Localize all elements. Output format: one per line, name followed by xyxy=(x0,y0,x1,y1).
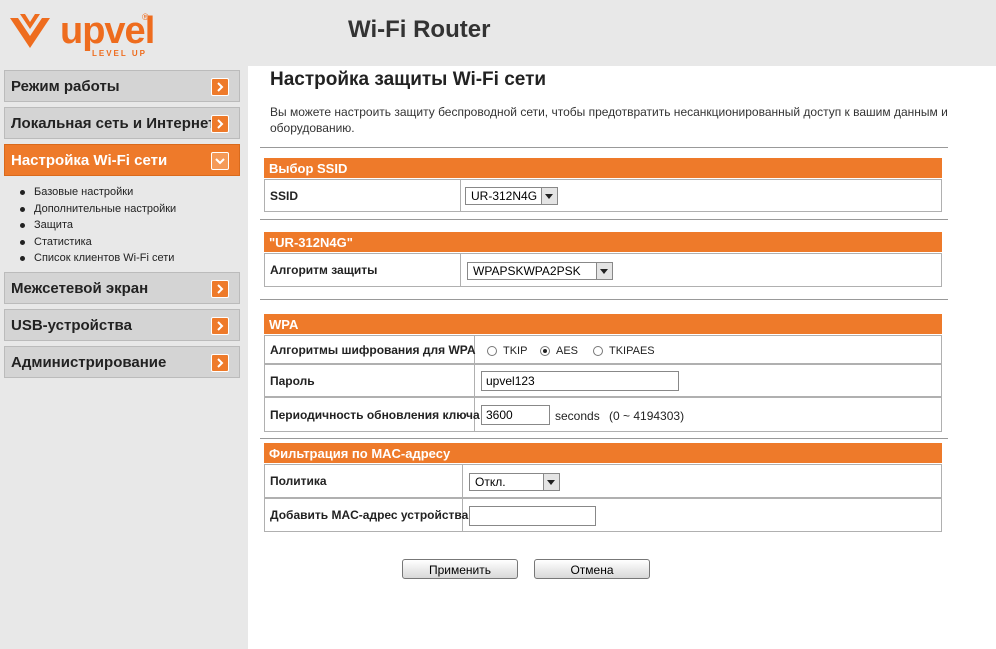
rekey-range: (0 ~ 4194303) xyxy=(609,409,685,423)
divider xyxy=(260,147,948,148)
page-description: Вы можете настроить защиту беспроводной … xyxy=(270,105,948,135)
chevron-down-icon xyxy=(541,188,557,204)
sidebar-item-usb[interactable]: USB-устройства xyxy=(4,309,240,341)
divider xyxy=(260,438,948,439)
cipher-option-label: TKIPAES xyxy=(609,345,655,357)
apply-button[interactable]: Применить xyxy=(402,559,518,579)
logo-tagline: LEVEL UP xyxy=(92,49,147,58)
sidebar-item-mode[interactable]: Режим работы xyxy=(4,70,240,102)
sidebar-item-lan-internet[interactable]: Локальная сеть и Интернет xyxy=(4,107,240,139)
cipher-option-label: AES xyxy=(556,345,579,357)
rekey-unit: seconds xyxy=(555,409,600,423)
cipher-option-label: TKIP xyxy=(503,345,528,357)
mac-add-row: Добавить MAC-адрес устройства xyxy=(264,498,942,532)
submenu-item-statistics[interactable]: Статистика xyxy=(20,234,176,251)
security-algorithm-label: Алгоритм защиты xyxy=(265,254,461,286)
security-algorithm-value: WPAPSKWPA2PSK xyxy=(473,264,581,278)
submenu-item-security[interactable]: Защита xyxy=(20,217,176,234)
sidebar-item-label: Межсетевой экран xyxy=(11,280,149,297)
ssid-select[interactable]: UR-312N4G xyxy=(465,187,558,205)
chevron-right-icon xyxy=(211,354,229,372)
chevron-down-icon xyxy=(211,152,229,170)
chevron-right-icon xyxy=(211,78,229,96)
wpa-rekey-row: Периодичность обновления ключа 3600 seco… xyxy=(264,397,942,432)
wpa-rekey-label: Периодичность обновления ключа xyxy=(265,398,480,431)
sidebar-item-wifi[interactable]: Настройка Wi-Fi сети xyxy=(4,144,240,176)
radio-unchecked-icon xyxy=(487,346,497,356)
mac-policy-row: Политика Откл. xyxy=(264,464,942,498)
sidebar-item-label: Администрирование xyxy=(11,354,167,371)
wpa-password-label: Пароль xyxy=(265,365,475,396)
divider xyxy=(260,299,948,300)
upvel-logo[interactable]: upvel ® LEVEL UP xyxy=(8,8,158,58)
radio-unchecked-icon xyxy=(593,346,603,356)
wifi-submenu: Базовые настройки Дополнительные настрой… xyxy=(20,184,176,267)
wpa-cipher-label: Алгоритмы шифрования для WPA xyxy=(265,336,476,363)
mac-address-input[interactable] xyxy=(469,506,596,526)
sidebar-item-firewall[interactable]: Межсетевой экран xyxy=(4,272,240,304)
mac-policy-label: Политика xyxy=(265,465,463,497)
mac-policy-value: Откл. xyxy=(475,475,506,489)
chevron-down-icon xyxy=(543,474,559,490)
header-bar: upvel ® LEVEL UP Wi-Fi Router xyxy=(0,0,996,66)
ssid-section-header: Выбор SSID xyxy=(264,158,942,178)
chevron-right-icon xyxy=(211,317,229,335)
wpa-cipher-row: Алгоритмы шифрования для WPA TKIP AES TK… xyxy=(264,335,942,364)
sidebar-item-label: Настройка Wi-Fi сети xyxy=(11,152,168,169)
cipher-radio-aes[interactable]: AES xyxy=(540,345,578,357)
mac-policy-select[interactable]: Откл. xyxy=(469,473,560,491)
chevron-right-icon xyxy=(211,115,229,133)
chevron-right-icon xyxy=(211,280,229,298)
sidebar-item-label: Режим работы xyxy=(11,78,120,95)
cipher-radio-tkip[interactable]: TKIP xyxy=(487,345,527,357)
mac-section-header: Фильтрация по MAC-адресу xyxy=(264,443,942,463)
logo-registered-mark: ® xyxy=(142,12,149,22)
sidebar: Режим работы Локальная сеть и Интернет Н… xyxy=(0,66,248,649)
security-algorithm-row: Алгоритм защиты WPAPSKWPA2PSK xyxy=(264,253,942,287)
wpa-rekey-input[interactable]: 3600 xyxy=(481,405,550,425)
sidebar-item-label: USB-устройства xyxy=(11,317,132,334)
submenu-item-basic[interactable]: Базовые настройки xyxy=(20,184,176,201)
radio-checked-icon xyxy=(540,346,550,356)
mac-add-label: Добавить MAC-адрес устройства xyxy=(265,499,468,531)
cipher-radio-tkipaes[interactable]: TKIPAES xyxy=(593,345,655,357)
wpa-section-header: WPA xyxy=(264,314,942,334)
wpa-password-row: Пароль upvel123 xyxy=(264,364,942,397)
ssid-select-value: UR-312N4G xyxy=(471,189,538,203)
logo-text: upvel xyxy=(60,10,155,52)
security-section-header: "UR-312N4G" xyxy=(264,232,942,252)
product-title: Wi-Fi Router xyxy=(348,16,491,43)
ssid-label: SSID xyxy=(265,180,461,211)
submenu-item-clients[interactable]: Список клиентов Wi-Fi сети xyxy=(20,250,176,267)
security-algorithm-select[interactable]: WPAPSKWPA2PSK xyxy=(467,262,613,280)
sidebar-item-administration[interactable]: Администрирование xyxy=(4,346,240,378)
ssid-row: SSID UR-312N4G xyxy=(264,179,942,212)
cancel-button[interactable]: Отмена xyxy=(534,559,650,579)
sidebar-item-label: Локальная сеть и Интернет xyxy=(11,115,216,132)
page-title: Настройка защиты Wi-Fi сети xyxy=(270,69,547,90)
logo-chevron-icon xyxy=(10,14,50,48)
divider xyxy=(260,219,948,220)
submenu-item-advanced[interactable]: Дополнительные настройки xyxy=(20,201,176,218)
chevron-down-icon xyxy=(596,263,612,279)
wpa-password-input[interactable]: upvel123 xyxy=(481,371,679,391)
